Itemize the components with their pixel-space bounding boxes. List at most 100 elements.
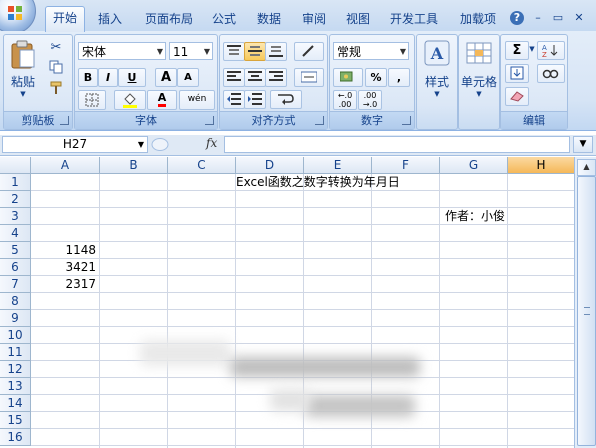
insert-function-button[interactable]: fx	[206, 136, 217, 150]
cell-A6[interactable]: 3421	[31, 259, 96, 276]
decrease-decimal-icon[interactable]: .00 →.0	[358, 90, 382, 110]
alignment-group-label: 对齐方式	[220, 111, 327, 129]
fill-color-button[interactable]	[114, 90, 146, 110]
row-header-4[interactable]: 4	[0, 225, 31, 242]
column-header-D[interactable]: D	[236, 157, 304, 174]
tab-home[interactable]: 开始	[45, 6, 85, 32]
percent-button[interactable]: %	[365, 68, 387, 87]
scroll-up-icon[interactable]: ▲	[577, 159, 596, 176]
row-header-14[interactable]: 14	[0, 395, 31, 412]
row-header-8[interactable]: 8	[0, 293, 31, 310]
align-middle-icon[interactable]	[244, 42, 266, 61]
cell-D1[interactable]: Excel函数之数字转换为年月日	[236, 174, 446, 191]
column-header-C[interactable]: C	[168, 157, 236, 174]
align-top-icon[interactable]	[223, 42, 245, 61]
font-size-value: 11	[173, 45, 189, 59]
dialog-launcher-icon[interactable]	[60, 116, 69, 125]
formula-input[interactable]	[224, 136, 570, 153]
grow-font-button[interactable]: A	[155, 68, 177, 87]
font-name-select[interactable]: 宋体 ▼	[78, 42, 166, 60]
dialog-launcher-icon[interactable]	[402, 116, 411, 125]
phonetic-button[interactable]: wén	[179, 90, 215, 110]
tab-add-ins[interactable]: 加载项	[452, 9, 504, 29]
chevron-down-icon: ▼	[203, 47, 210, 56]
close-icon[interactable]: ✕	[572, 11, 586, 25]
find-select-icon[interactable]	[537, 64, 565, 83]
gridline	[31, 292, 574, 293]
column-header-A[interactable]: A	[31, 157, 100, 174]
format-painter-icon[interactable]	[48, 81, 64, 97]
font-color-button[interactable]: A	[147, 90, 177, 110]
tab-data[interactable]: 数据	[249, 9, 289, 29]
fill-icon[interactable]	[505, 64, 529, 83]
help-icon[interactable]: ?	[510, 11, 524, 25]
column-header-H[interactable]: H	[508, 157, 574, 174]
cell-A7[interactable]: 2317	[31, 276, 96, 293]
paste-button[interactable]: 粘贴 ▼	[7, 38, 39, 108]
border-button[interactable]	[78, 90, 106, 110]
align-right-icon[interactable]	[265, 68, 287, 87]
row-header-5[interactable]: 5	[0, 242, 31, 259]
row-header-13[interactable]: 13	[0, 378, 31, 395]
row-header-2[interactable]: 2	[0, 191, 31, 208]
italic-button[interactable]: I	[98, 68, 118, 87]
cells-button[interactable]: 单元格 ▼	[461, 40, 497, 106]
row-header-7[interactable]: 7	[0, 276, 31, 293]
align-bottom-icon[interactable]	[265, 42, 287, 61]
copy-icon[interactable]	[48, 60, 64, 76]
styles-button[interactable]: A 样式 ▼	[419, 40, 455, 106]
font-group-label: 字体	[75, 111, 217, 129]
shrink-font-button[interactable]: A	[177, 68, 199, 87]
row-header-3[interactable]: 3	[0, 208, 31, 225]
column-header-F[interactable]: F	[372, 157, 440, 174]
sort-filter-icon[interactable]: AZ	[537, 41, 565, 60]
column-header-B[interactable]: B	[100, 157, 168, 174]
clear-icon[interactable]	[505, 87, 529, 106]
name-box[interactable]: H27 ▼	[2, 136, 148, 153]
cut-icon[interactable]: ✂	[48, 40, 64, 56]
restore-icon[interactable]: ▭	[551, 11, 565, 25]
expand-formula-bar-icon[interactable]: ▼	[573, 136, 593, 153]
minimize-icon[interactable]: –	[531, 11, 545, 25]
align-left-icon[interactable]	[223, 68, 245, 87]
row-header-10[interactable]: 10	[0, 327, 31, 344]
font-size-select[interactable]: 11 ▼	[169, 42, 213, 60]
scrollbar-thumb[interactable]	[577, 176, 596, 446]
tab-developer[interactable]: 开发工具	[382, 9, 446, 29]
row-header-6[interactable]: 6	[0, 259, 31, 276]
comma-button[interactable]: ,	[388, 68, 410, 87]
row-header-12[interactable]: 12	[0, 361, 31, 378]
cell-G3[interactable]: 作者：小俊	[443, 208, 545, 225]
tab-page-layout[interactable]: 页面布局	[138, 9, 200, 29]
vertical-scrollbar[interactable]: ▲	[574, 157, 596, 448]
number-format-select[interactable]: 常规 ▼	[333, 42, 409, 60]
increase-indent-icon[interactable]	[244, 90, 266, 109]
merge-center-icon[interactable]	[294, 68, 324, 87]
office-button[interactable]	[0, 0, 36, 34]
increase-decimal-icon[interactable]: ←.0.00	[333, 90, 357, 110]
row-header-16[interactable]: 16	[0, 429, 31, 446]
wrap-text-icon[interactable]	[270, 90, 302, 109]
row-header-15[interactable]: 15	[0, 412, 31, 429]
decrease-indent-icon[interactable]	[223, 90, 245, 109]
autosum-button[interactable]: Σ	[505, 41, 529, 60]
row-header-1[interactable]: 1	[0, 174, 31, 191]
dialog-launcher-icon[interactable]	[315, 116, 324, 125]
dialog-launcher-icon[interactable]	[205, 116, 214, 125]
orientation-icon[interactable]	[294, 42, 324, 61]
underline-button[interactable]: U	[118, 68, 146, 87]
chevron-down-icon[interactable]: ▼	[527, 41, 537, 58]
cell-A5[interactable]: 1148	[31, 242, 96, 259]
column-header-G[interactable]: G	[440, 157, 508, 174]
bold-button[interactable]: B	[78, 68, 98, 87]
tab-formulas[interactable]: 公式	[204, 9, 244, 29]
tab-view[interactable]: 视图	[338, 9, 378, 29]
row-header-9[interactable]: 9	[0, 310, 31, 327]
tab-insert[interactable]: 插入	[90, 9, 130, 29]
row-header-11[interactable]: 11	[0, 344, 31, 361]
tab-review[interactable]: 审阅	[294, 9, 334, 29]
worksheet-grid[interactable]: ABCDEFGH 1 2 3 4 5 6 7 8 9 10 11 12 13 14 15 16 Excel函数…	[0, 157, 574, 448]
currency-icon[interactable]	[333, 68, 363, 87]
align-center-icon[interactable]	[244, 68, 266, 87]
column-header-E[interactable]: E	[304, 157, 372, 174]
